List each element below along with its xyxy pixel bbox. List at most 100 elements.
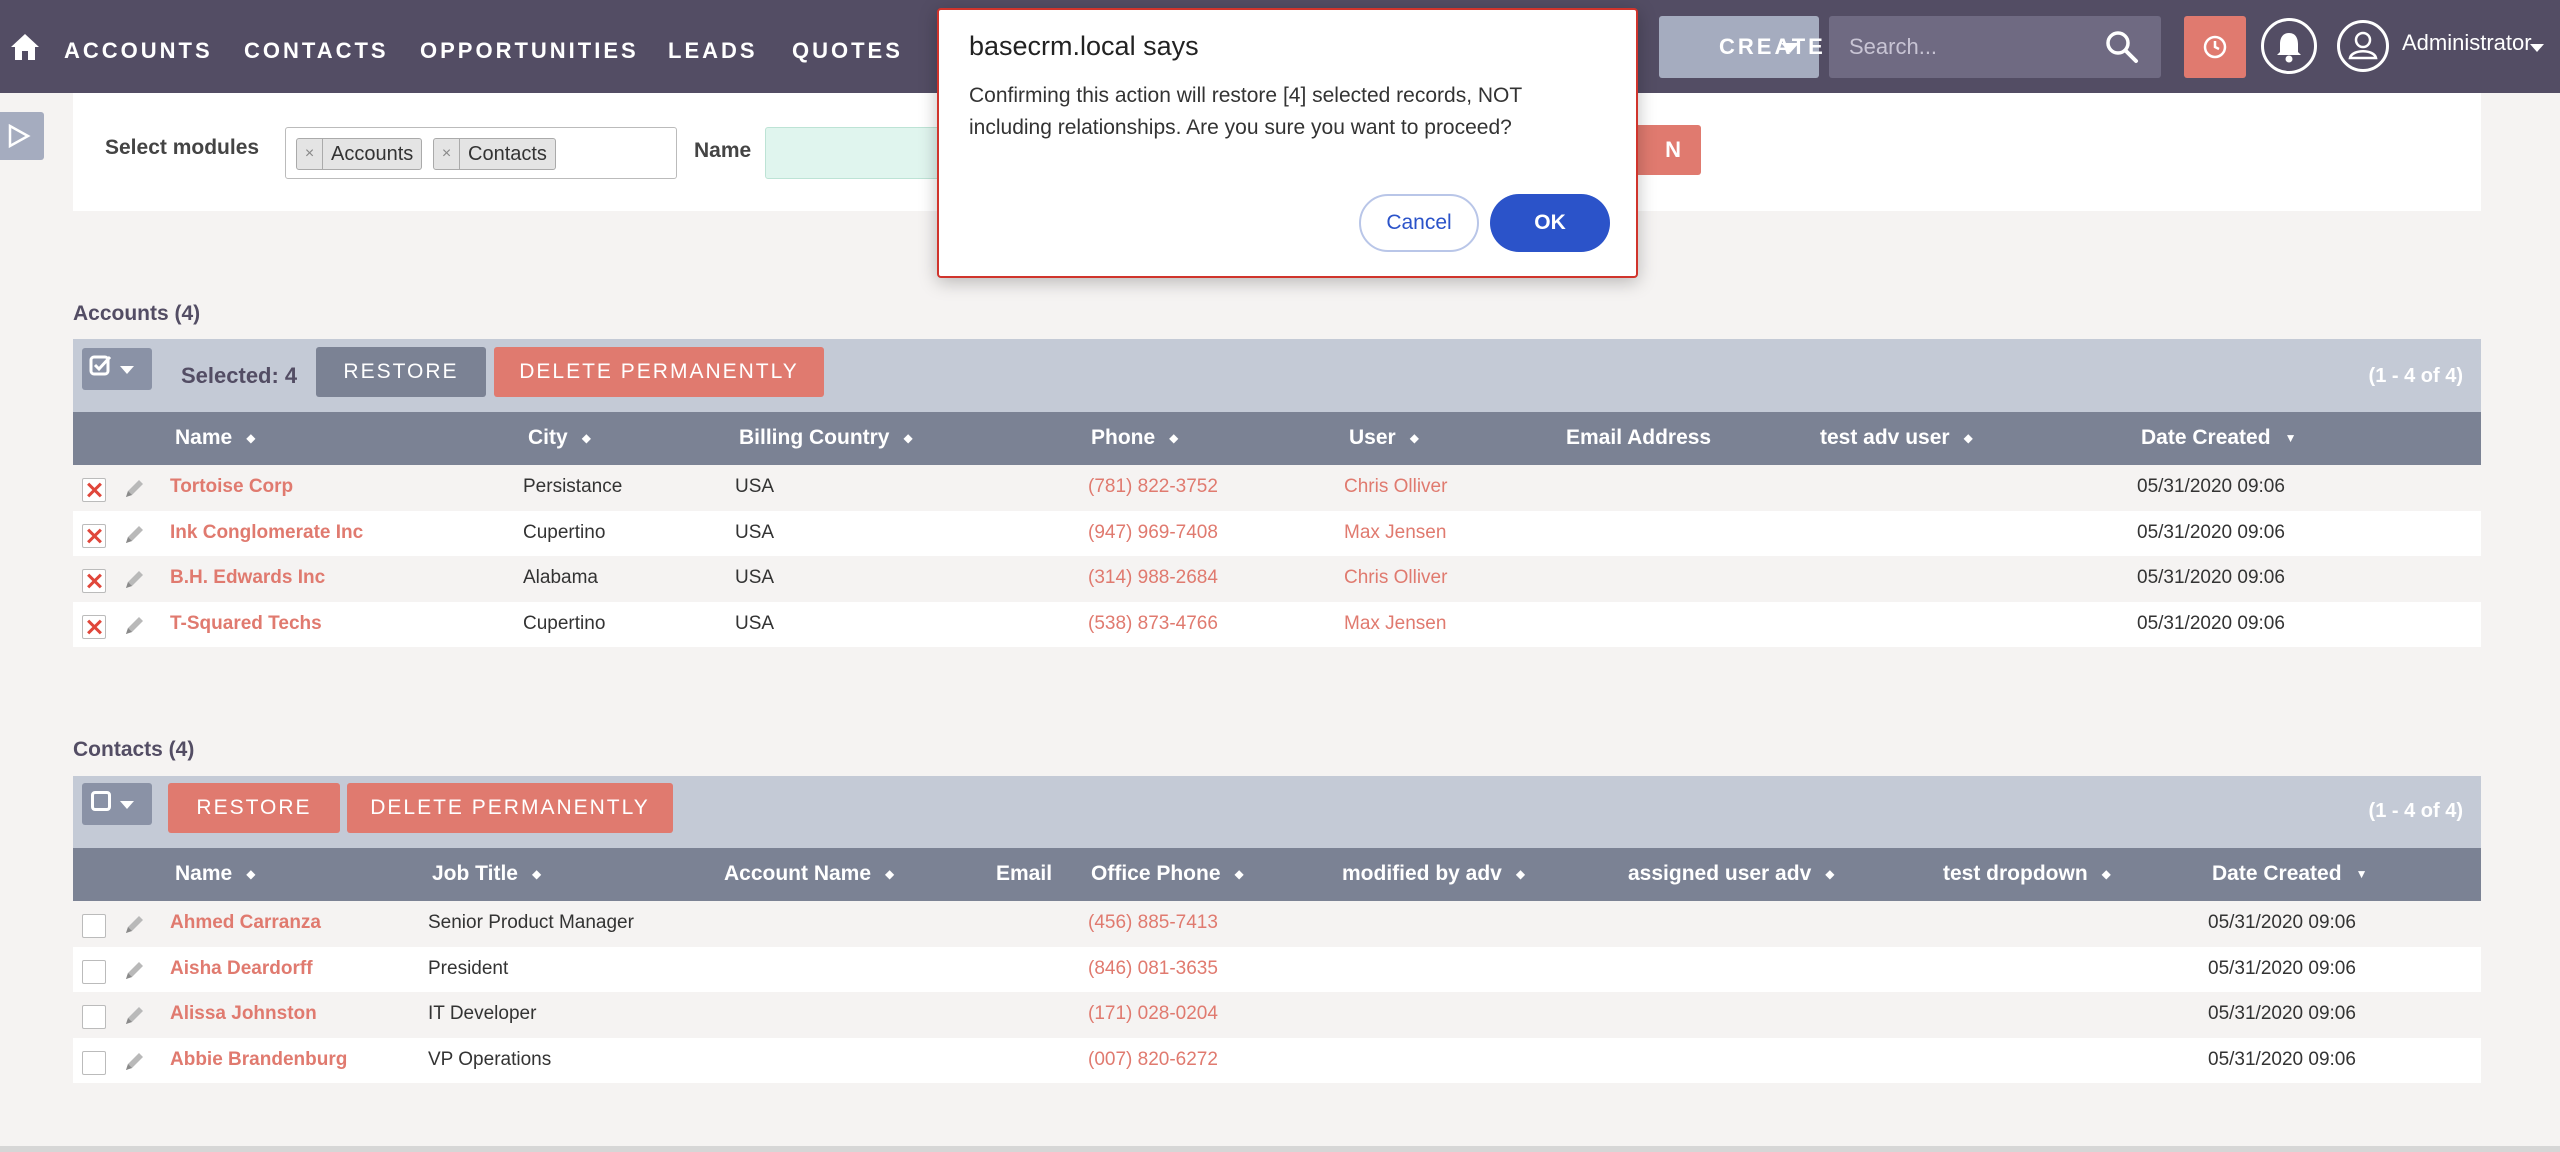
phone-link[interactable]: (538) 873-4766 [1088,613,1218,635]
bulk-select-dropdown[interactable] [82,783,152,825]
edit-pencil-icon[interactable] [121,476,147,502]
edit-pencil-icon[interactable] [121,1049,147,1075]
row-checkbox[interactable] [82,569,106,593]
edit-pencil-icon[interactable] [121,613,147,639]
edit-pencil-icon[interactable] [121,912,147,938]
column-header-office-phone[interactable]: Office Phone ◆ [1091,862,1244,886]
phone-link[interactable]: (947) 969-7408 [1088,522,1218,544]
table-row: T-Squared Techs Cupertino USA (538) 873-476… [73,601,2481,647]
create-button[interactable]: CREATE [1659,16,1823,78]
home-icon[interactable] [10,32,40,62]
confirm-dialog: basecrm.local says Confirming this actio… [937,8,1638,278]
column-header-account-name[interactable]: Account Name ◆ [724,862,894,886]
row-checkbox[interactable] [82,478,106,502]
chip-label: Contacts [468,143,547,165]
user-link[interactable]: Max Jensen [1344,613,1446,635]
recently-viewed-button[interactable] [2184,16,2246,78]
column-header-modified-by-adv[interactable]: modified by adv ◆ [1342,862,1525,886]
column-header-name[interactable]: Name ◆ [175,426,255,450]
phone-link[interactable]: (007) 820-6272 [1088,1049,1218,1071]
user-link[interactable]: Max Jensen [1344,522,1446,544]
delete-permanently-button[interactable]: DELETE PERMANENTLY [494,347,824,397]
sidebar-toggle-button[interactable] [0,112,44,160]
restore-button[interactable]: RESTORE [316,347,486,397]
account-name-link[interactable]: T-Squared Techs [170,613,322,635]
remove-chip-icon[interactable]: × [297,139,323,169]
column-header-email-address[interactable]: Email Address [1566,426,1711,450]
edit-pencil-icon[interactable] [121,522,147,548]
column-header-test-dropdown[interactable]: test dropdown ◆ [1943,862,2111,886]
cell-city: Persistance [523,476,623,497]
account-name-link[interactable]: Tortoise Corp [170,476,293,498]
sort-icon: ◆ [885,867,895,882]
nav-contacts[interactable]: CONTACTS [244,38,389,64]
remove-chip-icon[interactable]: × [434,139,460,169]
bulk-select-dropdown[interactable] [82,348,152,390]
cancel-button[interactable]: Cancel [1359,194,1479,252]
column-header-billing-country[interactable]: Billing Country ◆ [739,426,913,450]
edit-pencil-icon[interactable] [121,958,147,984]
column-header-email[interactable]: Email [996,862,1052,886]
nav-leads[interactable]: LEADS [668,38,758,64]
phone-link[interactable]: (314) 988-2684 [1088,567,1218,589]
column-header-assigned-user-adv[interactable]: assigned user adv ◆ [1628,862,1834,886]
user-avatar[interactable] [2337,20,2389,72]
pagination-info: (1 - 4 of 4) [2368,365,2463,387]
user-link[interactable]: Chris Olliver [1344,567,1447,589]
row-checkbox[interactable] [82,959,106,984]
column-header-city[interactable]: City ◆ [528,426,591,450]
sort-icon: ◆ [1515,867,1526,882]
row-checkbox[interactable] [82,523,106,548]
phone-link[interactable]: (456) 885-7413 [1088,912,1218,934]
delete-permanently-button[interactable]: DELETE PERMANENTLY [347,783,673,833]
phone-link[interactable]: (171) 028-0204 [1088,1003,1218,1025]
column-header-date-created[interactable]: Date Created ▼ [2212,862,2367,886]
nav-opportunities[interactable]: OPPORTUNITIES [420,38,639,64]
chip-label: Accounts [331,143,414,165]
contact-name-link[interactable]: Ahmed Carranza [170,912,321,934]
selected-count: Selected: 4 [181,363,298,388]
table-row: Alissa Johnston IT Developer (171) 028-020… [73,992,2481,1037]
notifications-button[interactable] [2261,18,2317,74]
row-checkbox[interactable] [82,914,106,938]
user-menu-label[interactable]: Administrator [2402,30,2532,56]
chevron-down-icon[interactable] [2530,44,2544,52]
phone-link[interactable]: (846) 081-3635 [1088,958,1218,980]
contact-name-link[interactable]: Aisha Deardorff [170,958,313,980]
edit-pencil-icon[interactable] [121,567,147,593]
column-header-phone[interactable]: Phone ◆ [1091,426,1178,450]
restore-button[interactable]: RESTORE [168,783,340,833]
table-row: Tortoise Corp Persistance USA (781) 822-375… [73,465,2481,510]
nav-accounts[interactable]: ACCOUNTS [64,38,213,64]
contacts-action-bar: RESTORE DELETE PERMANENTLY (1 - 4 of 4) [73,776,2481,848]
row-checkbox[interactable] [82,1050,106,1075]
search-input[interactable] [1849,16,2099,78]
account-name-link[interactable]: B.H. Edwards Inc [170,567,325,589]
user-link[interactable]: Chris Olliver [1344,476,1447,498]
account-name-link[interactable]: Ink Conglomerate Inc [170,522,363,544]
search-button[interactable]: N [1627,125,1701,175]
sort-icon: ◆ [903,431,913,446]
row-checkbox[interactable] [82,1005,106,1029]
phone-link[interactable]: (781) 822-3752 [1088,476,1218,498]
nav-quotes[interactable]: QUOTES [792,38,903,64]
column-header-name[interactable]: Name ◆ [175,862,255,886]
column-header-user[interactable]: User ◆ [1349,426,1419,450]
ok-button[interactable]: OK [1490,194,1610,252]
table-row: Aisha Deardorff President (846) 081-3635 05… [73,946,2481,992]
edit-pencil-icon[interactable] [121,1003,147,1029]
cell-date-created: 05/31/2020 09:06 [2208,957,2356,979]
column-header-test-adv-user[interactable]: test adv user ◆ [1820,426,1973,450]
play-triangle-icon [8,123,31,149]
clock-icon [2203,35,2227,59]
column-header-job-title[interactable]: Job Title ◆ [432,862,541,886]
contact-name-link[interactable]: Abbie Brandenburg [170,1049,347,1071]
search-icon[interactable] [2105,30,2139,64]
name-filter-input[interactable] [765,127,965,179]
module-multiselect[interactable]: × Accounts × Contacts [285,127,677,179]
column-header-date-created[interactable]: Date Created ▼ [2141,426,2296,450]
row-checkbox[interactable] [82,614,106,639]
contact-name-link[interactable]: Alissa Johnston [170,1003,317,1025]
cell-date-created: 05/31/2020 09:06 [2208,1048,2356,1070]
accounts-action-bar: Selected: 4 RESTORE DELETE PERMANENTLY (… [73,339,2481,412]
